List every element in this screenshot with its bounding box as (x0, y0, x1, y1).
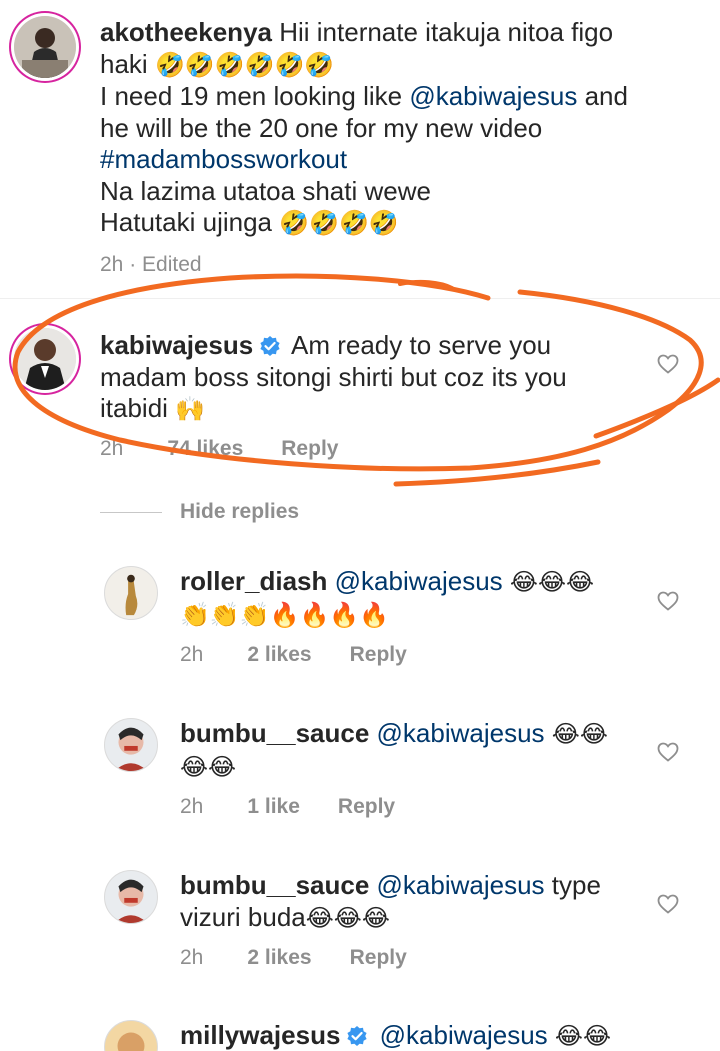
reply-button[interactable]: Reply (350, 643, 407, 667)
reply-button[interactable]: Reply (281, 437, 338, 461)
clap-fire-emoji: 👏👏👏🔥🔥🔥🔥 (180, 600, 390, 629)
comment-meta: 2h · Edited (100, 253, 246, 277)
username[interactable]: kabiwajesus (100, 330, 253, 360)
username[interactable]: millywajesus (180, 1020, 340, 1050)
comment-body: millywajesus @kabiwajesus 😂😂 (180, 1020, 650, 1051)
likes-count[interactable]: 2 likes (247, 946, 311, 970)
heart-icon[interactable] (656, 352, 680, 376)
avatar-bumbu_sauce[interactable] (104, 718, 158, 772)
raising-hands-emoji: 🙌 (175, 395, 206, 423)
divider-line (100, 511, 162, 513)
username[interactable]: bumbu__sauce (180, 870, 369, 900)
comment-text: I need 19 men looking like (100, 81, 403, 111)
comment-meta: 2h 1 like Reply (180, 795, 395, 819)
comment-text: Am ready to serve you (291, 330, 552, 360)
mention-link[interactable]: @kabiwajesus (409, 81, 577, 111)
username[interactable]: akotheekenya (100, 17, 272, 47)
avatar-millywajesus[interactable] (104, 1020, 158, 1051)
timestamp: 2h · Edited (100, 253, 202, 276)
rofl-emoji: 🤣 (368, 209, 399, 237)
rofl-emoji: 🤣 (184, 50, 215, 79)
hashtag-link[interactable]: #madambossworkout (100, 144, 347, 174)
comment-body: roller_diash @kabiwajesus 😂😂😂 👏👏👏🔥🔥🔥🔥 (180, 566, 660, 631)
laughing-emoji: 😂😂😂 (305, 903, 390, 932)
laughing-emoji: 😂😂😂 (509, 568, 595, 596)
mention-link[interactable]: @kabiwajesus (335, 566, 503, 596)
comment-meta: 2h 2 likes Reply (180, 946, 407, 970)
rofl-emoji: 🤣 (304, 50, 335, 79)
comment-text: haki (100, 48, 148, 79)
hide-replies-label[interactable]: Hide replies (180, 500, 299, 524)
likes-count[interactable]: 74 likes (167, 437, 243, 461)
rofl-emoji: 🤣 (309, 209, 340, 237)
comment-text: Na lazima utatoa shati wewe (100, 175, 431, 206)
comment-body: bumbu__sauce @kabiwajesus type vizuri bu… (180, 870, 650, 934)
comment-text: itabidi (100, 393, 168, 423)
verified-badge-icon (346, 1023, 368, 1046)
comment-body: kabiwajesus Am ready to serve you madam … (100, 330, 680, 426)
comment-text: and (584, 81, 628, 111)
rofl-emoji: 🤣 (214, 50, 245, 79)
username[interactable]: roller_diash (180, 566, 327, 596)
likes-count[interactable]: 1 like (247, 795, 300, 819)
comment-meta: 2h 74 likes Reply (100, 437, 338, 461)
comment-body: bumbu__sauce @kabiwajesus 😂😂 😂😂 (180, 718, 650, 783)
reply-button[interactable]: Reply (338, 795, 395, 819)
likes-count[interactable]: 2 likes (247, 643, 311, 667)
hide-replies-toggle[interactable]: Hide replies (100, 500, 299, 524)
avatar-akotheekenya[interactable] (14, 16, 76, 78)
divider (0, 298, 720, 299)
rofl-emoji: 🤣 (244, 50, 275, 79)
reply-button[interactable]: Reply (350, 946, 407, 970)
comment-text: Hatutaki ujinga (100, 207, 272, 237)
comment-text: he will be the 20 one for my new video (100, 112, 543, 143)
comment-text: vizuri buda (180, 901, 306, 932)
comment-text: Hii internate itakuja nitoa figo (279, 17, 614, 47)
mention-link[interactable]: @kabiwajesus (377, 870, 545, 900)
mention-link[interactable]: @kabiwajesus (380, 1020, 548, 1050)
timestamp: 2h (180, 795, 204, 818)
verified-badge-icon (259, 333, 281, 356)
comment-meta: 2h 2 likes Reply (180, 643, 407, 667)
avatar-kabiwajesus[interactable] (14, 328, 76, 390)
avatar-bumbu_sauce[interactable] (104, 870, 158, 924)
timestamp: 2h (100, 437, 124, 460)
heart-icon[interactable] (656, 740, 680, 764)
comment-text: type (551, 870, 601, 900)
mention-link[interactable]: @kabiwajesus (377, 718, 545, 748)
heart-icon[interactable] (656, 589, 680, 613)
laughing-emoji: 😂😂 (551, 720, 608, 748)
laughing-emoji: 😂😂 (554, 1022, 612, 1050)
rofl-emoji: 🤣 (279, 209, 310, 237)
laughing-emoji: 😂😂 (180, 752, 237, 781)
rofl-emoji: 🤣 (274, 50, 305, 79)
comment-text: madam boss sitongi shirti but coz its yo… (100, 361, 567, 392)
avatar-roller_diash[interactable] (104, 566, 158, 620)
rofl-emoji: 🤣 (154, 50, 185, 79)
username[interactable]: bumbu__sauce (180, 718, 369, 748)
comment-body: akotheekenya Hii internate itakuja nitoa… (100, 17, 700, 240)
timestamp: 2h (180, 946, 204, 969)
rofl-emoji: 🤣 (339, 209, 369, 237)
heart-icon[interactable] (656, 892, 680, 916)
timestamp: 2h (180, 643, 204, 666)
